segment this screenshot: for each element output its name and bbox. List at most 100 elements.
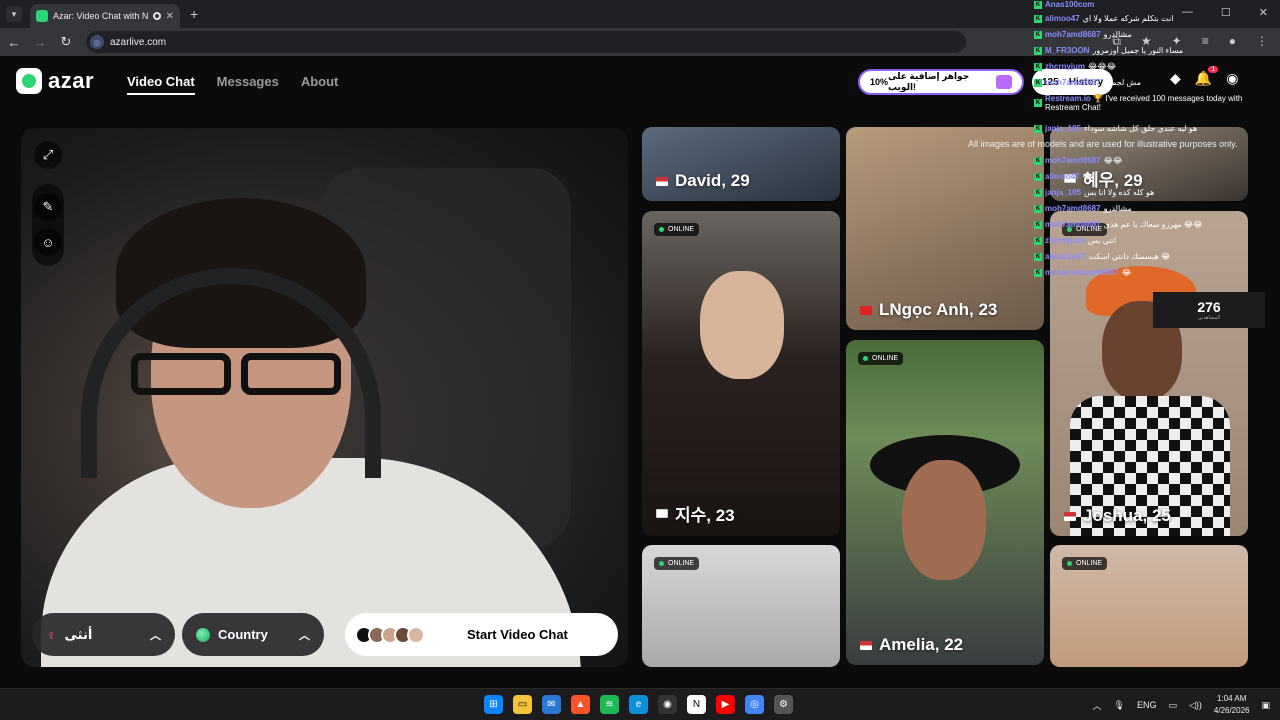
system-tray: ︿ 🎙 ENG ▭ ◁)) 1:04 AM 4/26/2026 ▣: [1092, 693, 1270, 717]
chevron-up-icon: ︿: [299, 629, 310, 642]
viewer-count-label: المشاهدين: [1197, 315, 1221, 321]
tab-search-icon[interactable]: ▾: [6, 6, 22, 22]
card-name: Amelia, 22: [860, 635, 963, 655]
gender-label: أنثى: [64, 626, 93, 642]
local-video-feed: [21, 128, 628, 667]
promo-text: جواهر إضافية على الويب!: [888, 71, 970, 92]
youtube-icon[interactable]: ▶: [716, 695, 735, 714]
close-tab-icon[interactable]: ✕: [166, 11, 174, 22]
browser-tab[interactable]: Azar: Video Chat with New ✕: [30, 4, 180, 28]
mask-emoji-icon[interactable]: ☺: [34, 228, 62, 256]
start-video-chat-button[interactable]: Start Video Chat: [345, 613, 618, 656]
profile-card[interactable]: David, 29: [642, 127, 840, 201]
azar-logo-icon: [16, 68, 42, 94]
profile-card[interactable]: ONLINE 지수, 23: [642, 211, 840, 536]
chat-message: Kmoh7amd8687 مشالدرو: [1034, 204, 1132, 213]
profile-card[interactable]: ONLINE: [642, 545, 840, 667]
network-icon[interactable]: ▭: [1168, 700, 1177, 711]
chat-message: Kabuazzo47 هيسمتك دانتي اسكت 😂: [1034, 252, 1171, 261]
azar-logo[interactable]: azar: [16, 68, 94, 94]
chat-message: Kalimoo47 انت بتكلم شركه عملا ولا اي: [1034, 14, 1174, 23]
forward-icon[interactable]: →: [28, 35, 52, 50]
card-name: LNgọc Anh, 23: [860, 300, 997, 320]
reload-icon[interactable]: ↻: [54, 34, 78, 50]
back-icon[interactable]: ←: [2, 35, 26, 50]
language-indicator[interactable]: ENG: [1137, 700, 1157, 710]
time: 1:04 AM: [1217, 694, 1247, 703]
chat-message: Kmoh7amd8687 مش لجميل: [1034, 78, 1141, 87]
chat-message: K Restream.io 🏆 I've received 100 message…: [1034, 94, 1243, 112]
online-badge: ONLINE: [858, 352, 904, 365]
new-tab-icon[interactable]: +: [190, 6, 198, 22]
online-badge: ONLINE: [1062, 557, 1108, 570]
viewer-count: 276: [1197, 299, 1221, 315]
chat-message: Kmohamedsami8887 😂: [1034, 268, 1132, 277]
nav-messages[interactable]: Messages: [217, 74, 279, 95]
country-label: Country: [218, 627, 268, 642]
logo-text: azar: [48, 68, 95, 93]
online-badge: ONLINE: [654, 557, 700, 570]
chat-message: Kalimoo47 😂: [1034, 172, 1093, 181]
card-name: David, 29: [656, 171, 750, 191]
azar-favicon-icon: [36, 10, 48, 22]
profile-card[interactable]: ONLINE: [1050, 545, 1248, 667]
online-badge: ONLINE: [654, 223, 700, 236]
chat-message: Kjanja_105 هو كله كده ولا انا بس: [1034, 188, 1155, 197]
notification-center-icon[interactable]: ▣: [1261, 700, 1270, 711]
nav-video-chat[interactable]: Video Chat: [127, 74, 195, 95]
settings-icon[interactable]: ⚙: [774, 695, 793, 714]
main-nav: Video Chat Messages About: [127, 74, 338, 95]
chat-message: Kzhcrnyjum انتي بس: [1034, 236, 1117, 245]
chat-message: Kjanja_105 هو ليه عندي حلق كل شاشه سوداء: [1034, 124, 1198, 133]
magic-filter-icon[interactable]: ✎: [34, 193, 62, 221]
file-explorer-icon[interactable]: ▭: [513, 695, 532, 714]
viewer-counter: 276 المشاهدين: [1153, 292, 1265, 328]
globe-icon: [196, 627, 210, 642]
card-name: Joshua, 25: [1064, 506, 1171, 526]
site-info-icon[interactable]: ◎: [90, 35, 104, 49]
us-flag-icon: [860, 640, 872, 650]
gift-icon: [996, 75, 1012, 89]
female-icon: ♀: [46, 626, 57, 643]
country-filter-button[interactable]: Country ︿: [182, 613, 324, 656]
avatar-stack: [355, 625, 425, 644]
spotify-icon[interactable]: ≋: [600, 695, 619, 714]
url-text: azarlive.com: [110, 36, 167, 48]
us-flag-icon: [656, 176, 668, 186]
chevron-up-icon[interactable]: ︿: [1092, 699, 1101, 712]
brave-icon[interactable]: ▲: [571, 695, 590, 714]
chat-message: Kmoh7amd8687 مهرزو سعاك يا عم هدي 😂😂: [1034, 220, 1203, 229]
chat-message: Kmoh7amd8687 😂😂: [1034, 156, 1123, 165]
kr-flag-icon: [656, 509, 668, 518]
stream-chat-overlay: K Anas100com Kalimoo47 انت بتكلم شركه عملا…: [1034, 0, 1274, 290]
gems-promo-banner[interactable]: 10% جواهر إضافية على الويب!: [858, 69, 1024, 95]
notion-icon[interactable]: N: [687, 695, 706, 714]
recording-icon: [152, 12, 161, 20]
gender-filter-button[interactable]: ♀ أنثى ︿: [32, 613, 175, 656]
clock[interactable]: 1:04 AM 4/26/2026: [1214, 693, 1250, 717]
start-menu-icon[interactable]: ⊞: [484, 695, 503, 714]
taskbar-apps: ⊞ ▭ ✉ ▲ ≋ e ◉ N ▶ ◎ ⚙: [484, 695, 793, 714]
chrome-icon[interactable]: ◎: [745, 695, 764, 714]
volume-icon[interactable]: ◁)): [1189, 700, 1202, 711]
chevron-up-icon: ︿: [150, 629, 161, 642]
start-label: Start Video Chat: [467, 627, 568, 642]
vn-flag-icon: [860, 305, 872, 315]
url-input[interactable]: ◎ azarlive.com: [86, 31, 966, 53]
profile-card[interactable]: LNgọc Anh, 23: [846, 127, 1044, 330]
obs-icon[interactable]: ◉: [658, 695, 677, 714]
fullscreen-icon[interactable]: ⤢: [34, 141, 62, 169]
profile-card[interactable]: ONLINE Amelia, 22: [846, 340, 1044, 665]
promo-percent: 10%: [870, 77, 889, 87]
edge-icon[interactable]: e: [629, 695, 648, 714]
chat-message: Kmoh7amd8687 مشالدرو: [1034, 30, 1132, 39]
chat-message: Kzhcrnyjum 😂😂😂: [1034, 62, 1117, 71]
tab-title: Azar: Video Chat with New: [53, 11, 148, 21]
chat-message: K Anas100com: [1034, 0, 1095, 9]
date: 4/26/2026: [1213, 706, 1250, 715]
microphone-icon[interactable]: 🎙: [1114, 700, 1125, 711]
windows-taskbar: ⊞ ▭ ✉ ▲ ≋ e ◉ N ▶ ◎ ⚙ ︿ 🎙 ENG ▭ ◁)) 1:04…: [0, 688, 1280, 720]
nav-about[interactable]: About: [301, 74, 339, 95]
outlook-icon[interactable]: ✉: [542, 695, 561, 714]
chat-message: K M_FR3OON مساء النور يا جميل أوزمرور: [1034, 46, 1184, 55]
